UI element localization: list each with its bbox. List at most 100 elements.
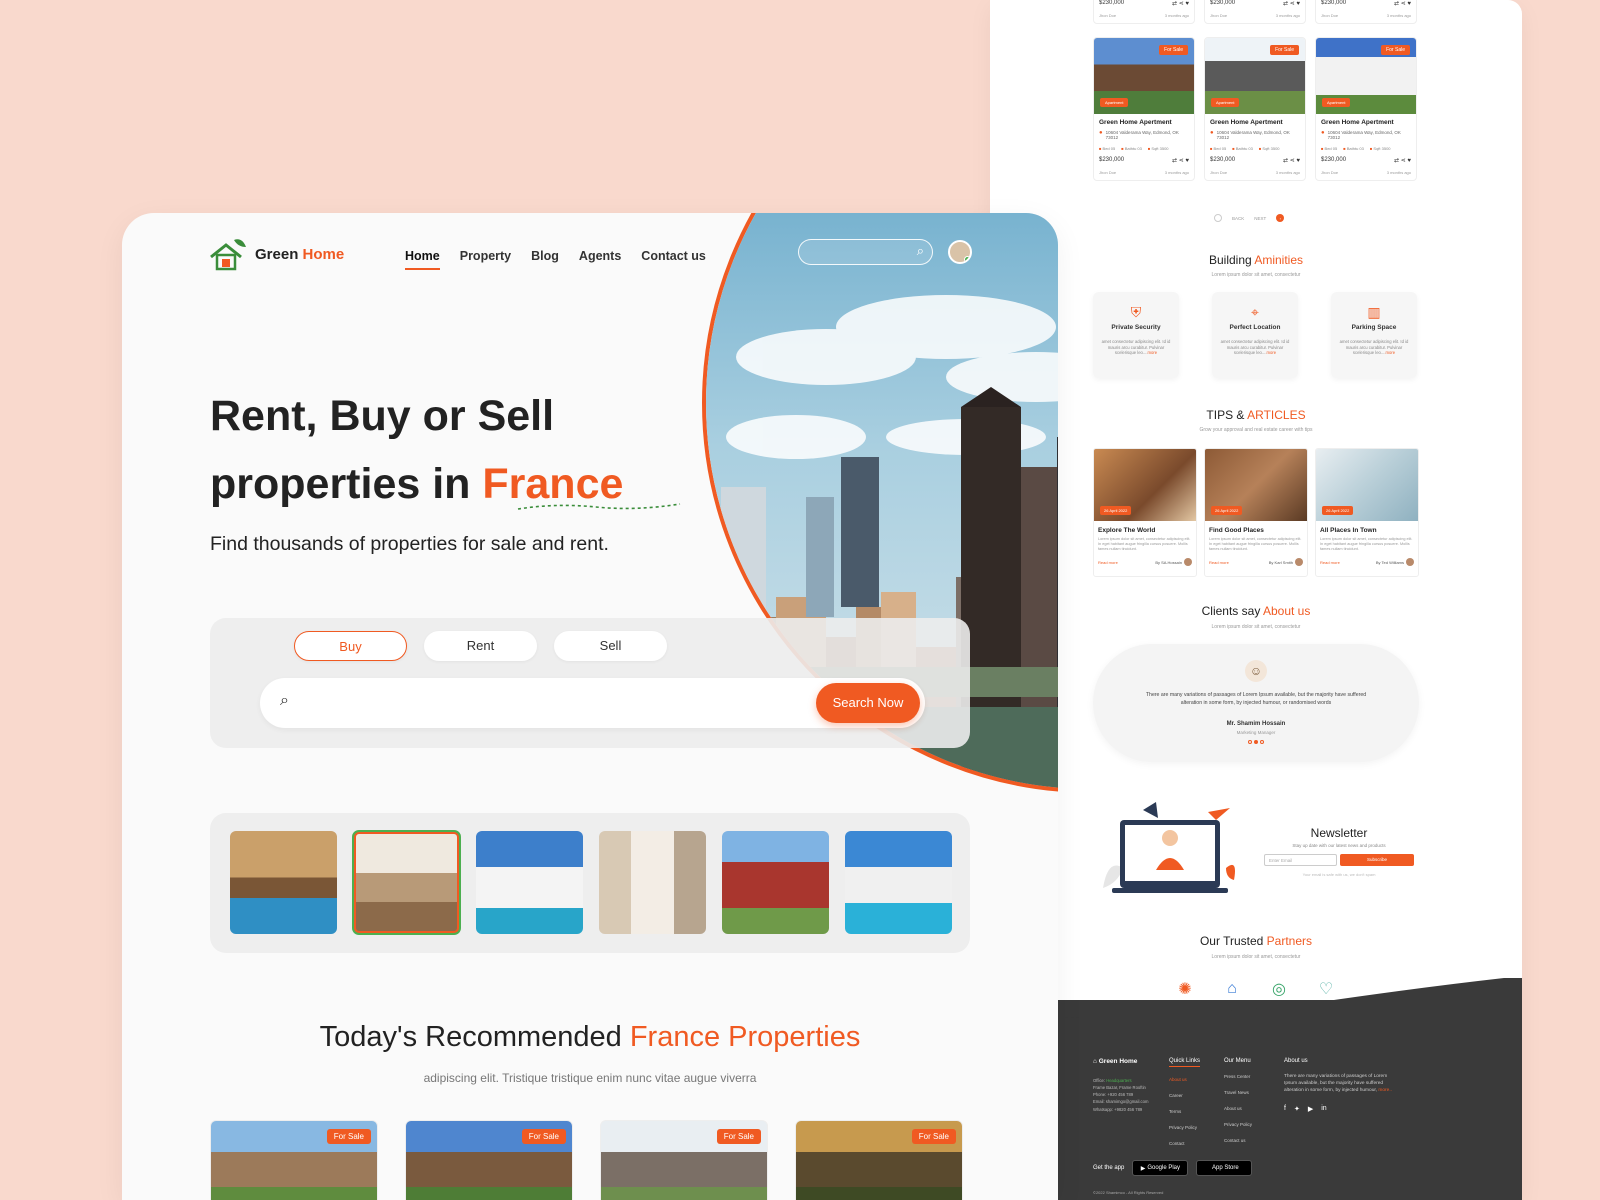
user-avatar[interactable] <box>948 240 972 264</box>
gallery-thumb-interior[interactable] <box>599 831 706 934</box>
header-search-input[interactable]: ⌕ <box>798 239 933 265</box>
amenity-card[interactable]: ⌖ Perfect Location amet consectetur adip… <box>1212 292 1298 378</box>
carousel-dot[interactable] <box>1260 740 1264 745</box>
card-actions-icon[interactable]: ⇄ ⋖ ♥ <box>1394 157 1411 164</box>
footer-link[interactable]: Privacy Policy <box>1224 1122 1252 1127</box>
card-actions-icon[interactable]: ⇄ ⋖ ♥ <box>1283 0 1300 7</box>
footer-link[interactable]: Terms <box>1169 1109 1200 1114</box>
tab-rent[interactable]: Rent <box>424 631 537 661</box>
listing-card[interactable]: $230,000 ⇄ ⋖ ♥ Jhon Doe 3 months ago <box>1204 0 1306 24</box>
more-link[interactable]: more <box>1148 350 1158 355</box>
google-play-badge[interactable]: ▶ Google Play <box>1132 1160 1189 1176</box>
about-heading: About us <box>1284 1058 1308 1064</box>
more-link[interactable]: more <box>1267 350 1277 355</box>
gallery-thumb-modern-house[interactable] <box>476 831 583 934</box>
nav-contact[interactable]: Contact us <box>641 249 706 270</box>
listing-card[interactable]: $230,000 ⇄ ⋖ ♥ Jhon Doe 3 months ago <box>1315 0 1417 24</box>
listing-image: For Sale Apartment <box>1316 38 1416 114</box>
gallery-thumb-red-house[interactable] <box>722 831 829 934</box>
hero-heading: Rent, Buy or Sell properties in France <box>210 383 623 519</box>
nav-agents[interactable]: Agents <box>579 249 621 270</box>
article-image: 26 April 2022 <box>1094 449 1196 521</box>
footer-link[interactable]: Privacy Policy <box>1169 1125 1200 1130</box>
read-more-link[interactable]: Read more <box>1098 560 1118 565</box>
listing-title: Green Home Apertment <box>1099 119 1172 126</box>
property-search-box: Buy Rent Sell ⌕ Search Now <box>210 618 970 748</box>
avatar <box>1295 558 1303 567</box>
card-actions-icon[interactable]: ⇄ ⋖ ♥ <box>1283 157 1300 164</box>
footer-link[interactable]: Contact us <box>1224 1138 1252 1143</box>
listing-card[interactable]: $230,000 ⇄ ⋖ ♥ Jhon Doe 3 months ago <box>1093 0 1195 24</box>
read-more-link[interactable]: Read more <box>1209 560 1229 565</box>
feature-sqft: Sqft 3500 <box>1148 146 1168 151</box>
listing-address: 10604 Valderama Way, Edmond, OK 73012 <box>1105 130 1179 141</box>
testimonial-subtitle: Lorem ipsum dolor sit amet, consectetur <box>1211 624 1301 630</box>
footer-link[interactable]: About us <box>1224 1106 1252 1111</box>
property-card[interactable]: For Sale <box>405 1120 573 1200</box>
tab-sell[interactable]: Sell <box>554 631 667 661</box>
testimonial-role: Marketing Manager <box>1236 730 1276 736</box>
property-card[interactable]: For Sale <box>210 1120 378 1200</box>
youtube-icon[interactable]: ▶ <box>1308 1105 1313 1113</box>
house-logo-icon <box>210 239 246 271</box>
card-actions-icon[interactable]: ⇄ ⋖ ♥ <box>1394 0 1411 7</box>
nav-home[interactable]: Home <box>405 249 440 270</box>
property-card[interactable]: For Sale <box>795 1120 963 1200</box>
article-card[interactable]: 26 April 2022 Find Good Places Lorem ips… <box>1204 448 1308 577</box>
nav-blog[interactable]: Blog <box>531 249 559 270</box>
menu-heading: Our Menu <box>1224 1058 1251 1064</box>
email-field[interactable]: Enter Email <box>1264 854 1337 866</box>
footer-menu: Our Menu Press Center Travel News About … <box>1224 1058 1252 1154</box>
footer-link[interactable]: Travel News <box>1224 1090 1252 1095</box>
pager-back[interactable]: BACK <box>1232 216 1244 221</box>
gallery-thumb-pool-house[interactable] <box>845 831 952 934</box>
next-arrow-icon[interactable]: › <box>1276 214 1285 222</box>
property-search-input[interactable]: ⌕ Search Now <box>260 678 925 728</box>
pagination: BACK NEXT › <box>1214 214 1285 222</box>
nav-property[interactable]: Property <box>460 249 511 270</box>
amenities-title-prefix: Building <box>1208 253 1255 267</box>
linkedin-icon[interactable]: in <box>1321 1105 1326 1113</box>
footer-link[interactable]: Contact <box>1169 1141 1200 1146</box>
footer-link[interactable]: Career <box>1169 1093 1200 1098</box>
back-arrow-icon[interactable] <box>1214 214 1222 222</box>
twitter-icon[interactable]: ✦ <box>1294 1105 1300 1113</box>
footer-link[interactable]: About us <box>1169 1077 1200 1082</box>
article-card[interactable]: 26 April 2022 All Places In Town Lorem i… <box>1315 448 1419 577</box>
article-card[interactable]: 26 April 2022 Explore The World Lorem ip… <box>1093 448 1197 577</box>
listing-card[interactable]: For Sale Apartment Green Home Apertment … <box>1204 37 1306 181</box>
card-actions-icon[interactable]: ⇄ ⋖ ♥ <box>1172 157 1189 164</box>
gallery-thumb-living-room[interactable] <box>352 830 461 935</box>
tips-title-prefix: TIPS & <box>1206 408 1248 422</box>
search-icon[interactable]: ⌕ <box>917 243 924 259</box>
carousel-dot[interactable] <box>1254 740 1258 745</box>
property-card[interactable]: For Sale <box>600 1120 768 1200</box>
pager-next[interactable]: NEXT <box>1254 216 1266 221</box>
listing-card[interactable]: For Sale Apartment Green Home Apertment … <box>1315 37 1417 181</box>
tab-buy[interactable]: Buy <box>294 631 407 661</box>
more-link[interactable]: more <box>1386 350 1396 355</box>
read-more-link[interactable]: Read more <box>1320 560 1340 565</box>
amenity-card[interactable]: ▥ Parking Space amet consectetur adipisc… <box>1331 292 1417 378</box>
testimonial-text: There are many variations of passages of… <box>1145 692 1367 706</box>
tips-title: TIPS & ARTICLES <box>990 408 1522 422</box>
footer-office: Office: Headquarters <box>1093 1077 1148 1084</box>
subscribe-button[interactable]: Subscribe <box>1340 854 1414 866</box>
gallery-thumb-pool-villa[interactable] <box>230 831 337 934</box>
brand-logo[interactable]: Green Home <box>208 237 344 271</box>
footer-link[interactable]: Press Center <box>1224 1074 1252 1079</box>
search-now-button[interactable]: Search Now <box>816 683 920 723</box>
listing-address: 10604 Valderama Way, Edmond, OK 73012 <box>1216 130 1290 141</box>
feature-bed: Bed 05 <box>1321 146 1338 151</box>
listing-price: $230,000 <box>1210 156 1236 163</box>
quick-links-heading: Quick Links <box>1169 1058 1201 1067</box>
article-title: All Places In Town <box>1320 527 1377 534</box>
carousel-dot[interactable] <box>1248 740 1252 745</box>
listing-card[interactable]: For Sale Apartment Green Home Apertment … <box>1093 37 1195 181</box>
facebook-icon[interactable]: f <box>1284 1105 1286 1113</box>
feature-bath: Bathtu 03 <box>1343 146 1364 151</box>
more-link[interactable]: more.. <box>1378 1088 1392 1093</box>
app-store-badge[interactable]: App Store <box>1196 1160 1253 1176</box>
card-actions-icon[interactable]: ⇄ ⋖ ♥ <box>1172 0 1189 7</box>
amenity-card[interactable]: ⛨ Private Security amet consectetur adip… <box>1093 292 1179 378</box>
